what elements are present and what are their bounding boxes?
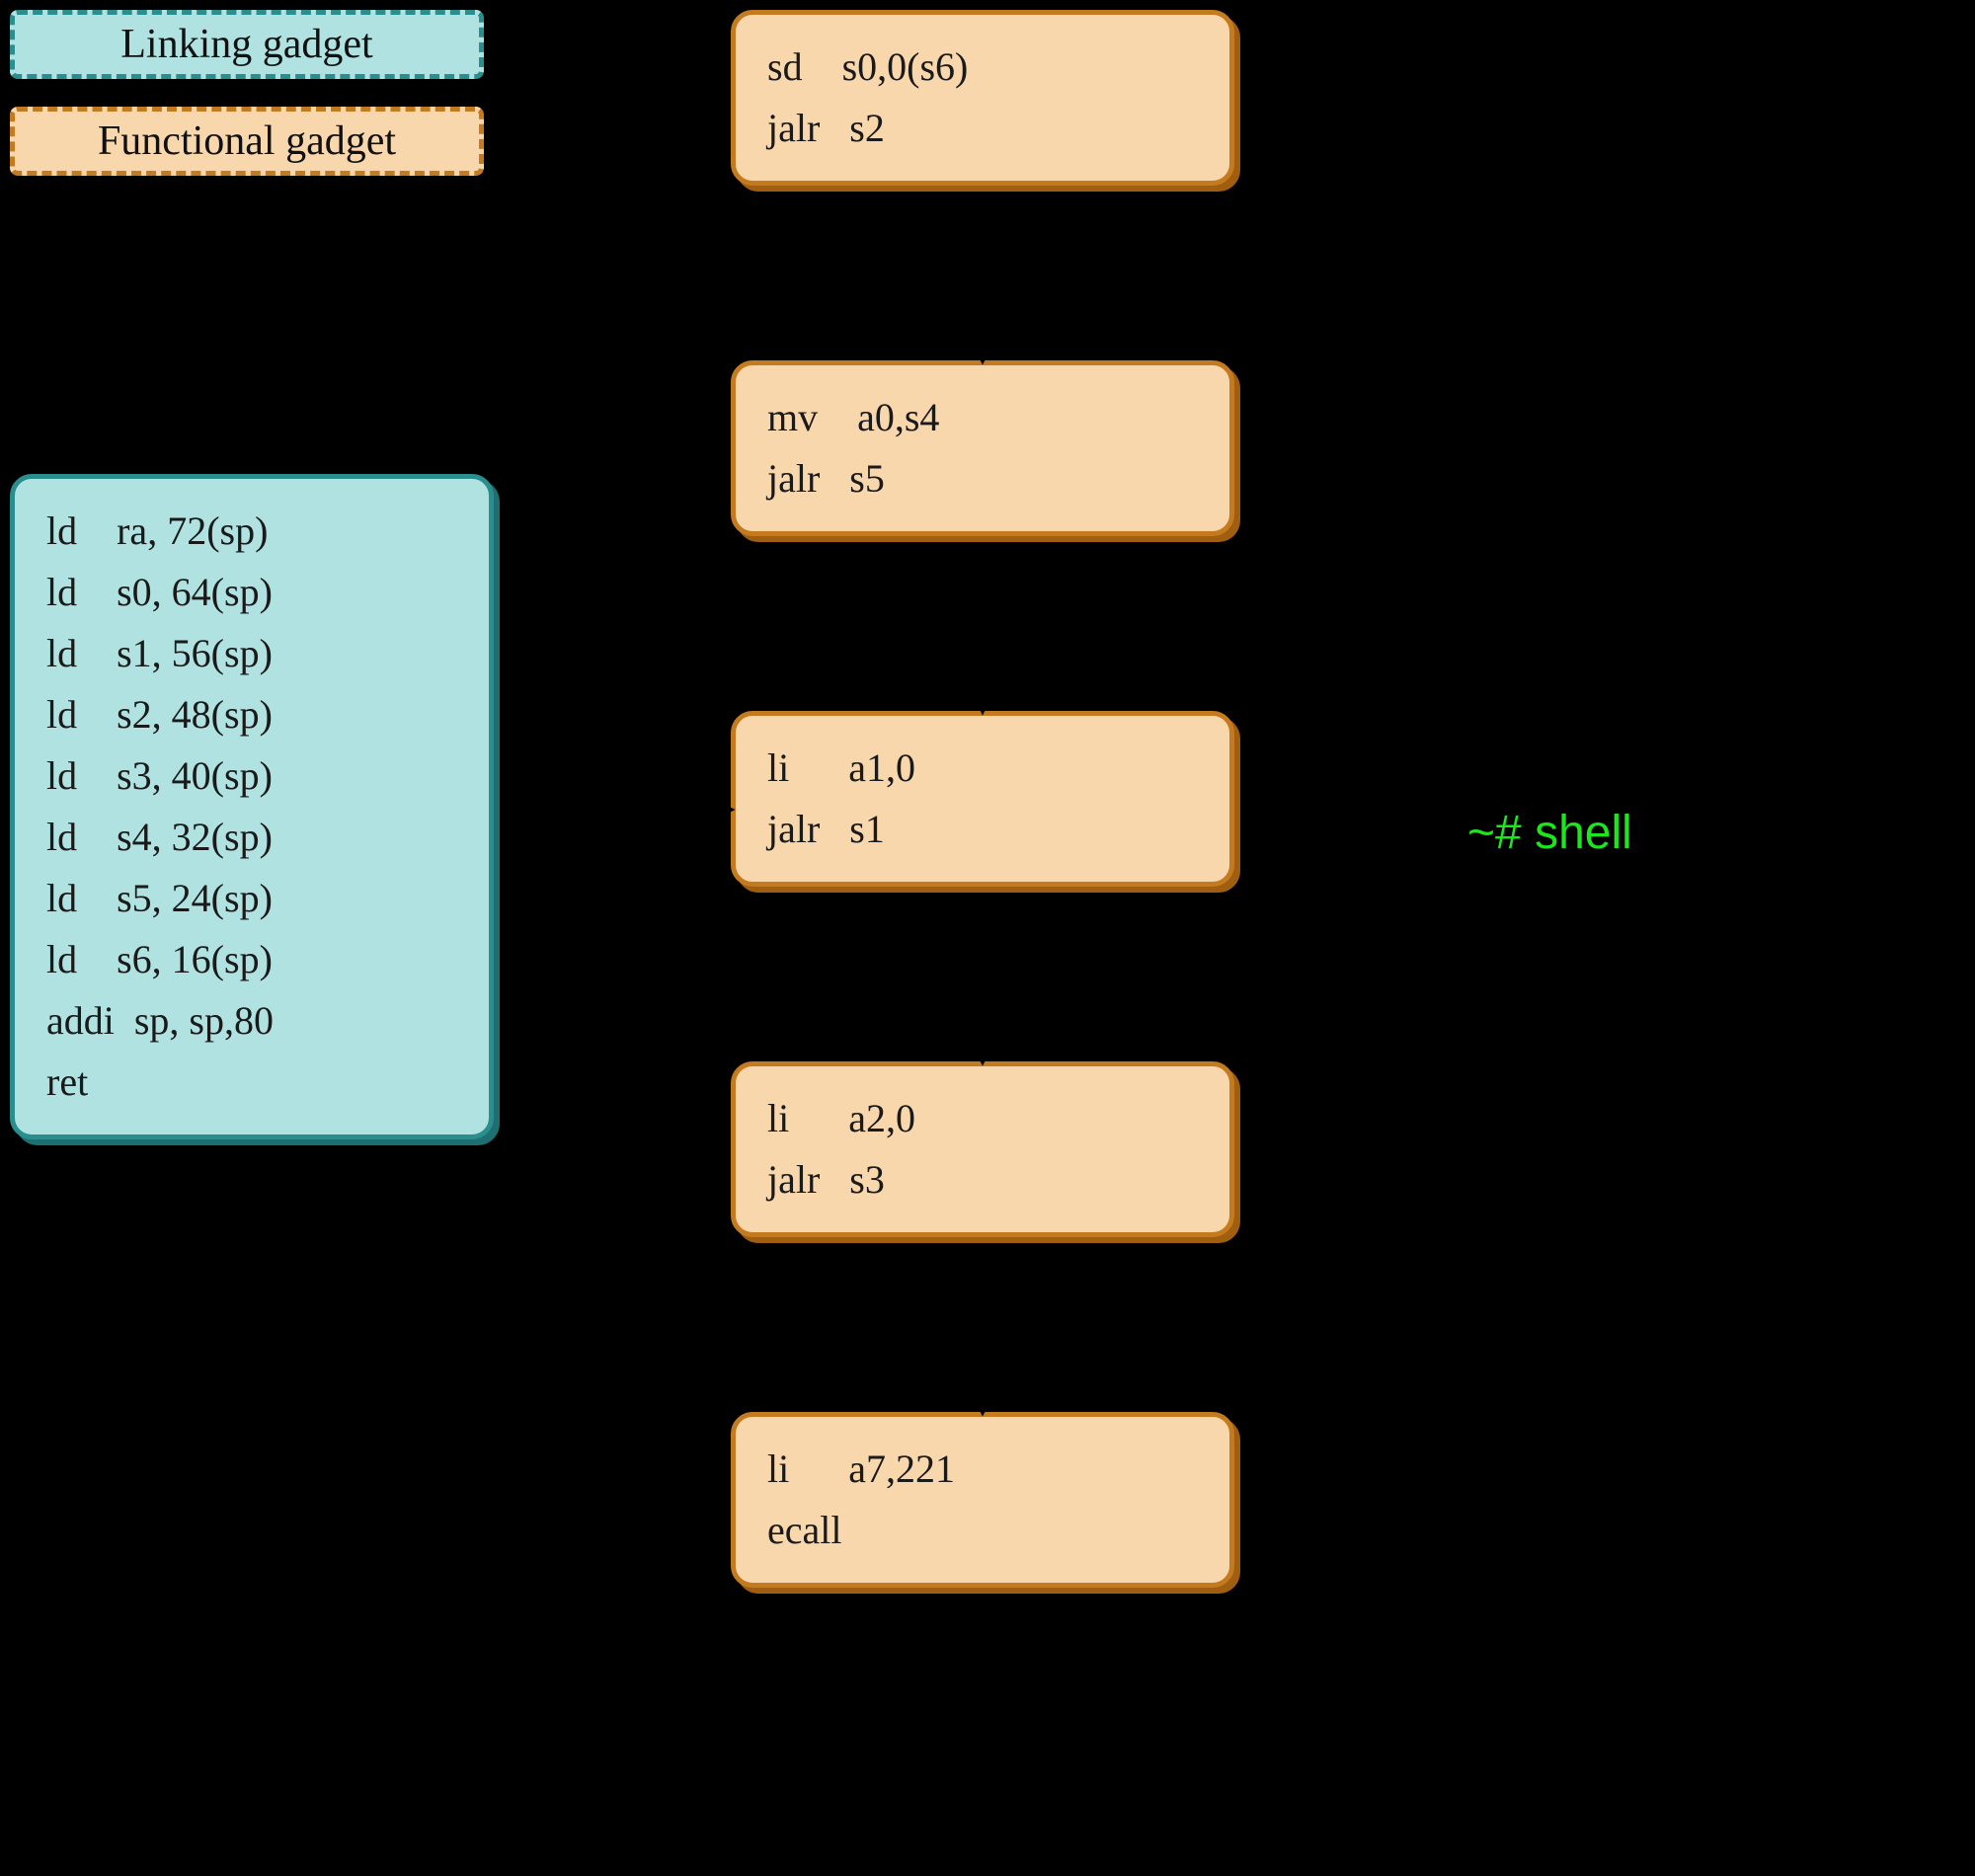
functional-gadget-3: li a1,0 jalr s1 — [731, 711, 1234, 887]
legend-linking-gadget: Linking gadget — [10, 10, 484, 79]
legend-functional-gadget: Functional gadget — [10, 107, 484, 176]
linking-gadget-code: ld ra, 72(sp) ld s0, 64(sp) ld s1, 56(sp… — [10, 474, 494, 1139]
functional-gadget-2: mv a0,s4 jalr s5 — [731, 360, 1234, 536]
shell-output: ~# shell — [1467, 806, 1632, 860]
functional-gadget-1: sd s0,0(s6) jalr s2 — [731, 10, 1234, 186]
functional-gadget-4: li a2,0 jalr s3 — [731, 1061, 1234, 1237]
functional-gadget-5: li a7,221 ecall — [731, 1412, 1234, 1588]
